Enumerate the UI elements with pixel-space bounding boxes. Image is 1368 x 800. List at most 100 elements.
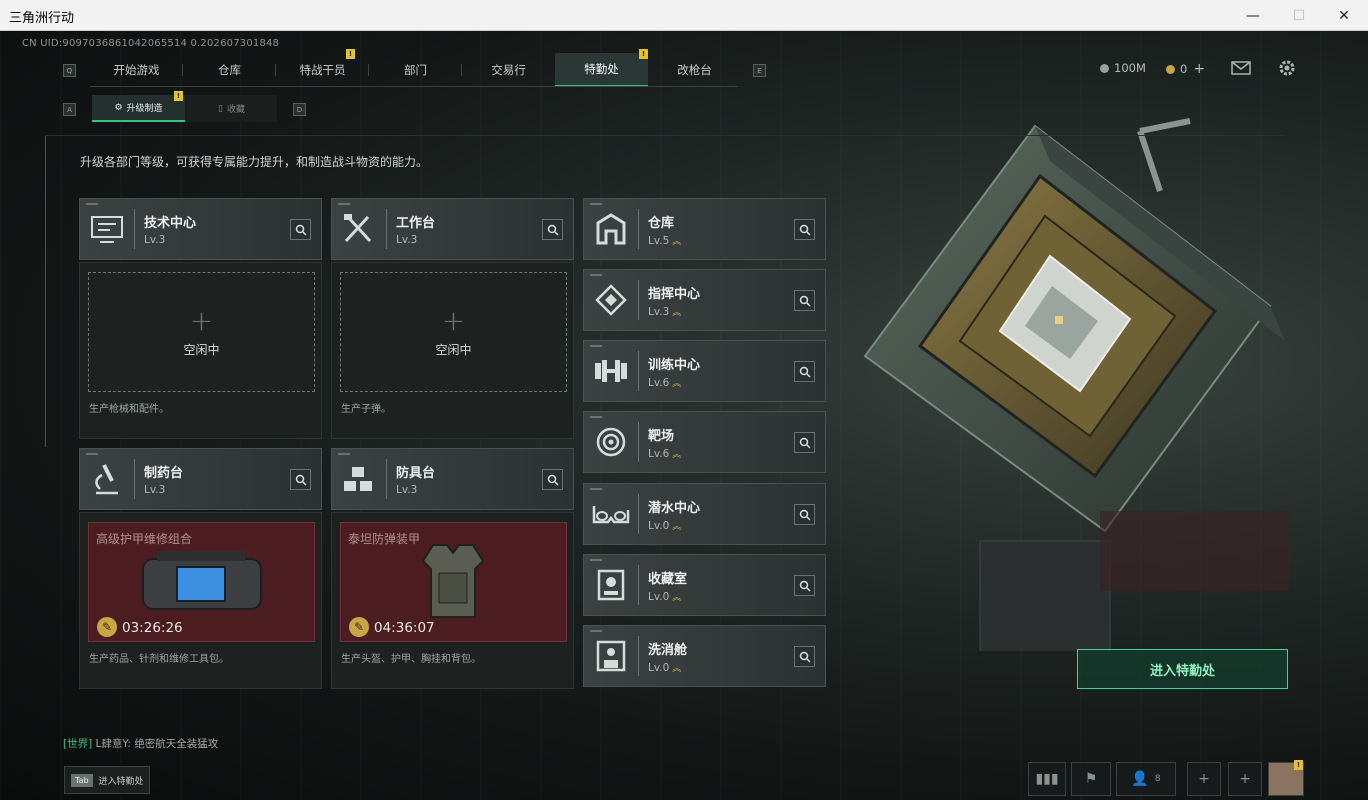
frame-line (45, 135, 46, 447)
facility-level: Lv.0 ︽ (648, 590, 681, 603)
header-divider (638, 351, 639, 391)
command-center-icon (595, 284, 627, 316)
station-header-tech-center[interactable]: 技术中心 Lv.3 (79, 198, 322, 260)
flag-icon[interactable]: ⚑ (1071, 762, 1111, 796)
search-icon[interactable] (794, 575, 815, 596)
workbench-icon (344, 214, 372, 243)
facility-level: Lv.5 ︽ (648, 234, 681, 247)
search-icon[interactable] (290, 219, 311, 240)
party-slot-add-button[interactable]: + (1228, 762, 1262, 796)
page-description: 升级各部门等级，可获得专属能力提升，和制造战斗物资的能力。 (80, 155, 429, 169)
armor-repair-kit-image (142, 551, 262, 610)
station-level: Lv.3 (144, 484, 166, 496)
chat-message: 绝密航天全装猛攻 (134, 738, 219, 750)
level-text: Lv.0 (648, 662, 670, 674)
facility-warehouse[interactable]: 仓库 Lv.5 ︽ (583, 198, 826, 260)
tab-label: 交易行 (491, 63, 526, 77)
search-icon[interactable] (290, 469, 311, 490)
search-icon[interactable] (794, 646, 815, 667)
search-icon[interactable] (794, 219, 815, 240)
facility-training-center[interactable]: 训练中心 Lv.6 ︽ (583, 340, 826, 402)
target-icon (596, 427, 626, 457)
search-icon[interactable] (542, 219, 563, 240)
level-text: Lv.0 (648, 591, 670, 603)
tab-operators[interactable]: 特战干员! (276, 49, 369, 87)
subtab-upgrade[interactable]: ⚙ 升级制造! (92, 91, 185, 122)
header-divider (386, 209, 387, 249)
station-caption: 生产药品、针剂和维修工具包。 (89, 654, 229, 665)
dumbbell-icon (595, 360, 627, 382)
titan-armor-image (421, 544, 485, 618)
facility-name: 洗消舱 (648, 643, 688, 658)
maximize-button[interactable]: ☐ (1276, 0, 1322, 31)
game-stage: CN UID:9097036861042065514 0.20260730184… (0, 31, 1368, 800)
friends-button[interactable]: 👤 8 (1116, 762, 1176, 796)
player-uid: CN UID:9097036861042065514 0.20260730184… (22, 38, 280, 49)
key-hint-d: D (293, 103, 306, 116)
mail-icon[interactable] (1231, 61, 1251, 75)
collection-room-icon (597, 569, 625, 601)
warehouse-icon (596, 213, 626, 245)
facility-decontamination[interactable]: 洗消舱 Lv.0 ︽ (583, 625, 826, 687)
header-divider (638, 494, 639, 534)
rank-chevron-icon: ︽ (672, 593, 682, 603)
search-icon[interactable] (794, 504, 815, 525)
station-header-armor-bench[interactable]: 防具台 Lv.3 (331, 448, 574, 510)
rank-chevron-icon: ︽ (672, 237, 682, 247)
armor-bench-icon (344, 467, 372, 491)
facility-shooting-range[interactable]: 靶场 Lv.6 ︽ (583, 411, 826, 473)
tab-enter-hint[interactable]: Tab 进入特勤处 (64, 766, 150, 794)
tab-gunsmith[interactable]: 改枪台 (648, 53, 741, 87)
tab-label: 部门 (404, 63, 427, 77)
crafting-timer: 03:26:26 (122, 620, 183, 636)
tab-warehouse[interactable]: 仓库 (183, 53, 276, 87)
idle-slot[interactable]: + 空闲中 (88, 272, 315, 392)
level-text: Lv.0 (648, 520, 670, 532)
header-tick (590, 203, 602, 205)
notice-badge: ! (174, 91, 183, 101)
money-icon (1100, 63, 1109, 73)
station-name: 防具台 (396, 466, 436, 481)
header-divider (638, 565, 639, 605)
header-tick (590, 345, 602, 347)
search-icon[interactable] (542, 469, 563, 490)
search-icon[interactable] (794, 432, 815, 453)
diving-goggles-icon (592, 506, 630, 524)
tab-special-ops[interactable]: 特勤处! (555, 49, 648, 87)
facility-command-center[interactable]: 指挥中心 Lv.3 ︽ (583, 269, 826, 331)
search-icon[interactable] (794, 361, 815, 382)
world-chat-line[interactable]: [世界] L肆意Y: 绝密航天全装猛攻 (63, 736, 218, 751)
key-hint-a: A (63, 103, 76, 116)
tab-label: 改枪台 (677, 63, 712, 77)
station-level: Lv.3 (144, 234, 166, 246)
crafting-slot[interactable]: 高级护甲维修组合 ✎ 03:26:26 (88, 522, 315, 642)
station-header-workbench[interactable]: 工作台 Lv.3 (331, 198, 574, 260)
minimize-button[interactable]: — (1230, 0, 1276, 31)
tab-trading[interactable]: 交易行 (462, 53, 555, 87)
party-slot-add-button[interactable]: + (1187, 762, 1221, 796)
gear-icon[interactable] (1278, 59, 1296, 77)
facility-diving-center[interactable]: 潜水中心 Lv.0 ︽ (583, 483, 826, 545)
search-icon[interactable] (794, 290, 815, 311)
station-body-tech-center: + 空闲中 生产枪械和配件。 (79, 262, 322, 439)
window-title: 三角洲行动 (9, 11, 75, 26)
close-button[interactable]: ✕ (1321, 0, 1367, 31)
header-tick (590, 559, 602, 561)
station-body-workbench: + 空闲中 生产子弹。 (331, 262, 574, 439)
enter-special-ops-button[interactable]: 进入特勤处 (1077, 649, 1288, 689)
facility-name: 仓库 (648, 216, 675, 231)
tab-department[interactable]: 部门 (369, 53, 462, 87)
idle-status: 空闲中 (435, 342, 472, 357)
tab-start-game[interactable]: 开始游戏 (90, 53, 183, 87)
facility-level: Lv.3 ︽ (648, 305, 681, 318)
facility-collection-room[interactable]: 收藏室 Lv.0 ︽ (583, 554, 826, 616)
add-coin-button[interactable]: + (1193, 61, 1205, 77)
subtab-collect[interactable]: ▯ 收藏 (186, 95, 277, 122)
idle-slot[interactable]: + 空闲中 (340, 272, 567, 392)
tab-label: 特战干员 (299, 63, 346, 77)
avatar[interactable]: ! (1268, 760, 1304, 796)
station-header-pharmacy[interactable]: 制药台 Lv.3 (79, 448, 322, 510)
header-tick (338, 203, 350, 205)
stats-icon[interactable]: ▮▮▮ (1028, 762, 1066, 796)
crafting-slot[interactable]: 泰坦防弹装甲 ✎ 04:36:07 (340, 522, 567, 642)
